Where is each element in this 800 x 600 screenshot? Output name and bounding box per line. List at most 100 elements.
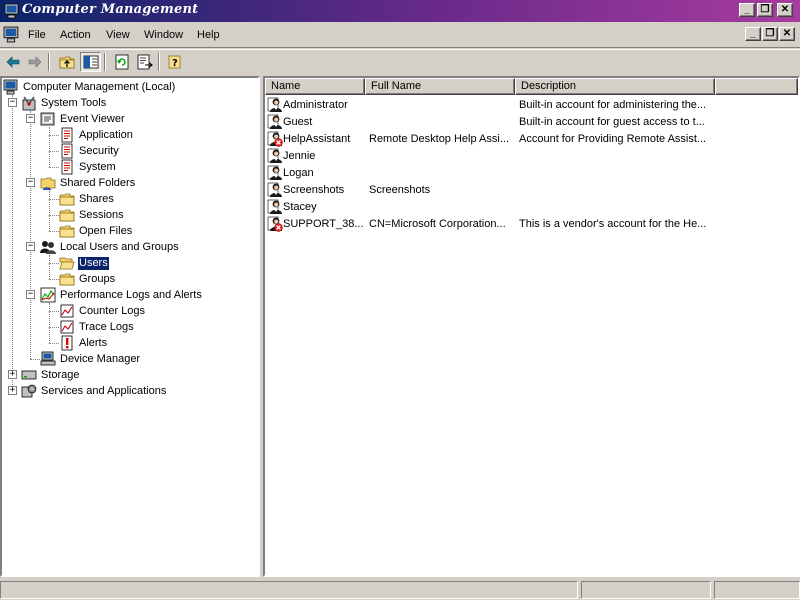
up-one-level-button[interactable]	[56, 52, 77, 72]
users-list-view[interactable]: Name Full Name Description Administrator…	[263, 76, 800, 577]
export-list-button[interactable]	[134, 52, 155, 72]
collapse-local-users-and-groups[interactable]: −	[26, 242, 35, 251]
user-full-name-cell: CN=Microsoft Corporation...	[369, 218, 506, 230]
tree-item-label: Event Viewer	[60, 112, 125, 125]
menu-window[interactable]: Window	[144, 29, 183, 41]
menu-action[interactable]: Action	[60, 29, 91, 41]
tree-item-open-files[interactable]: Open Files	[59, 223, 133, 239]
refresh-button[interactable]	[111, 52, 132, 72]
forward-arrow-icon	[28, 56, 41, 68]
tree-item-label: Groups	[79, 272, 116, 285]
folder-icon	[59, 207, 75, 223]
user-full-name-cell: Screenshots	[369, 184, 431, 196]
help-button[interactable]: ?	[164, 52, 185, 72]
tree-item-alerts[interactable]: Alerts	[59, 335, 108, 351]
tree-item-label: Storage	[41, 368, 80, 381]
refresh-icon	[115, 54, 128, 70]
tree-item-label: Alerts	[79, 336, 108, 349]
title-bar[interactable]: Computer Management _ ❐ ✕	[0, 0, 800, 22]
status-panel	[581, 581, 711, 599]
back-button[interactable]	[2, 52, 23, 72]
system-tools-icon	[21, 95, 37, 111]
tree-line	[49, 311, 59, 312]
folder-open-icon	[59, 255, 75, 271]
tree-line	[49, 303, 50, 343]
tree-item-shares[interactable]: Shares	[59, 191, 115, 207]
collapse-performance-logs[interactable]: −	[26, 290, 35, 299]
tree-item-counter-logs[interactable]: Counter Logs	[59, 303, 146, 319]
show-hide-console-tree-button[interactable]	[80, 52, 101, 72]
status-panel	[714, 581, 800, 599]
toolbar: ?	[0, 49, 800, 74]
tree-item-system[interactable]: System	[59, 159, 117, 175]
tree-line	[49, 231, 59, 232]
tree-item-security[interactable]: Security	[59, 143, 120, 159]
collapse-shared-folders[interactable]: −	[26, 178, 35, 187]
tree-line	[49, 167, 59, 168]
list-item[interactable]: SUPPORT_38... CN=Microsoft Corporation...…	[265, 216, 798, 233]
user-icon	[267, 199, 283, 215]
close-button[interactable]: ✕	[777, 3, 793, 17]
user-name-cell: Screenshots	[283, 184, 345, 196]
restore-button[interactable]: ❐	[757, 3, 773, 17]
expand-storage[interactable]: +	[8, 370, 17, 379]
column-header-description[interactable]: Description	[515, 78, 715, 95]
collapse-system-tools[interactable]: −	[8, 98, 17, 107]
forward-button[interactable]	[24, 52, 45, 72]
list-item[interactable]: HelpAssistant Remote Desktop Help Assi...…	[265, 131, 798, 148]
list-item[interactable]: Screenshots Screenshots	[265, 182, 798, 199]
list-item[interactable]: Administrator Built-in account for admini…	[265, 97, 798, 114]
folder-icon	[59, 271, 75, 287]
export-list-icon	[137, 54, 153, 70]
menu-bar: File Action View Window Help	[0, 22, 800, 48]
tree-item-storage[interactable]: Storage	[21, 367, 81, 383]
storage-icon	[21, 367, 37, 383]
user-icon	[267, 97, 283, 113]
list-item[interactable]: Jennie	[265, 148, 798, 165]
tree-item-sessions[interactable]: Sessions	[59, 207, 125, 223]
child-close-button[interactable]: ✕	[779, 27, 795, 41]
menu-file[interactable]: File	[28, 29, 46, 41]
menu-help[interactable]: Help	[197, 29, 220, 41]
user-full-name-cell: Remote Desktop Help Assi...	[369, 133, 510, 145]
tree-item-users[interactable]: Users	[59, 255, 110, 271]
column-header-name[interactable]: Name	[265, 78, 365, 95]
tree-item-computer-management[interactable]: Computer Management (Local)	[3, 79, 176, 95]
child-minimize-button[interactable]: _	[745, 27, 761, 41]
tree-item-local-users-and-groups[interactable]: Local Users and Groups	[40, 239, 180, 255]
user-description-cell: This is a vendor's account for the He...	[519, 218, 707, 230]
console-tree[interactable]: − − − − − + + Computer Management (Local…	[0, 76, 260, 577]
user-name-cell: Jennie	[283, 150, 316, 162]
tree-item-application[interactable]: Application	[59, 127, 134, 143]
list-item[interactable]: Logan	[265, 165, 798, 182]
collapse-event-viewer[interactable]: −	[26, 114, 35, 123]
performance-icon	[40, 287, 56, 303]
list-item[interactable]: Stacey	[265, 199, 798, 216]
tree-item-event-viewer[interactable]: Event Viewer	[40, 111, 126, 127]
event-viewer-icon	[40, 111, 56, 127]
tree-item-groups[interactable]: Groups	[59, 271, 116, 287]
tree-line	[30, 111, 31, 359]
tree-item-label: Trace Logs	[79, 320, 134, 333]
tree-item-system-tools[interactable]: System Tools	[21, 95, 107, 111]
minimize-button[interactable]: _	[739, 3, 755, 17]
tree-item-device-manager[interactable]: Device Manager	[40, 351, 141, 367]
chart-log-icon	[59, 319, 75, 335]
column-header-full-name[interactable]: Full Name	[365, 78, 515, 95]
child-restore-button[interactable]: ❐	[762, 27, 778, 41]
log-icon	[59, 143, 75, 159]
tree-item-performance-logs-and-alerts[interactable]: Performance Logs and Alerts	[40, 287, 203, 303]
tree-line	[49, 215, 59, 216]
list-item[interactable]: Guest Built-in account for guest access t…	[265, 114, 798, 131]
computer-management-icon	[4, 3, 20, 19]
tree-item-services-and-applications[interactable]: Services and Applications	[21, 383, 167, 399]
expand-services-and-applications[interactable]: +	[8, 386, 17, 395]
chart-log-icon	[59, 303, 75, 319]
user-name-cell: Logan	[283, 167, 314, 179]
menu-view[interactable]: View	[106, 29, 130, 41]
system-menu-icon[interactable]	[3, 26, 20, 43]
tree-item-trace-logs[interactable]: Trace Logs	[59, 319, 135, 335]
tree-item-shared-folders[interactable]: Shared Folders	[40, 175, 136, 191]
back-arrow-icon	[6, 56, 19, 68]
user-name-cell: SUPPORT_38...	[283, 218, 363, 230]
